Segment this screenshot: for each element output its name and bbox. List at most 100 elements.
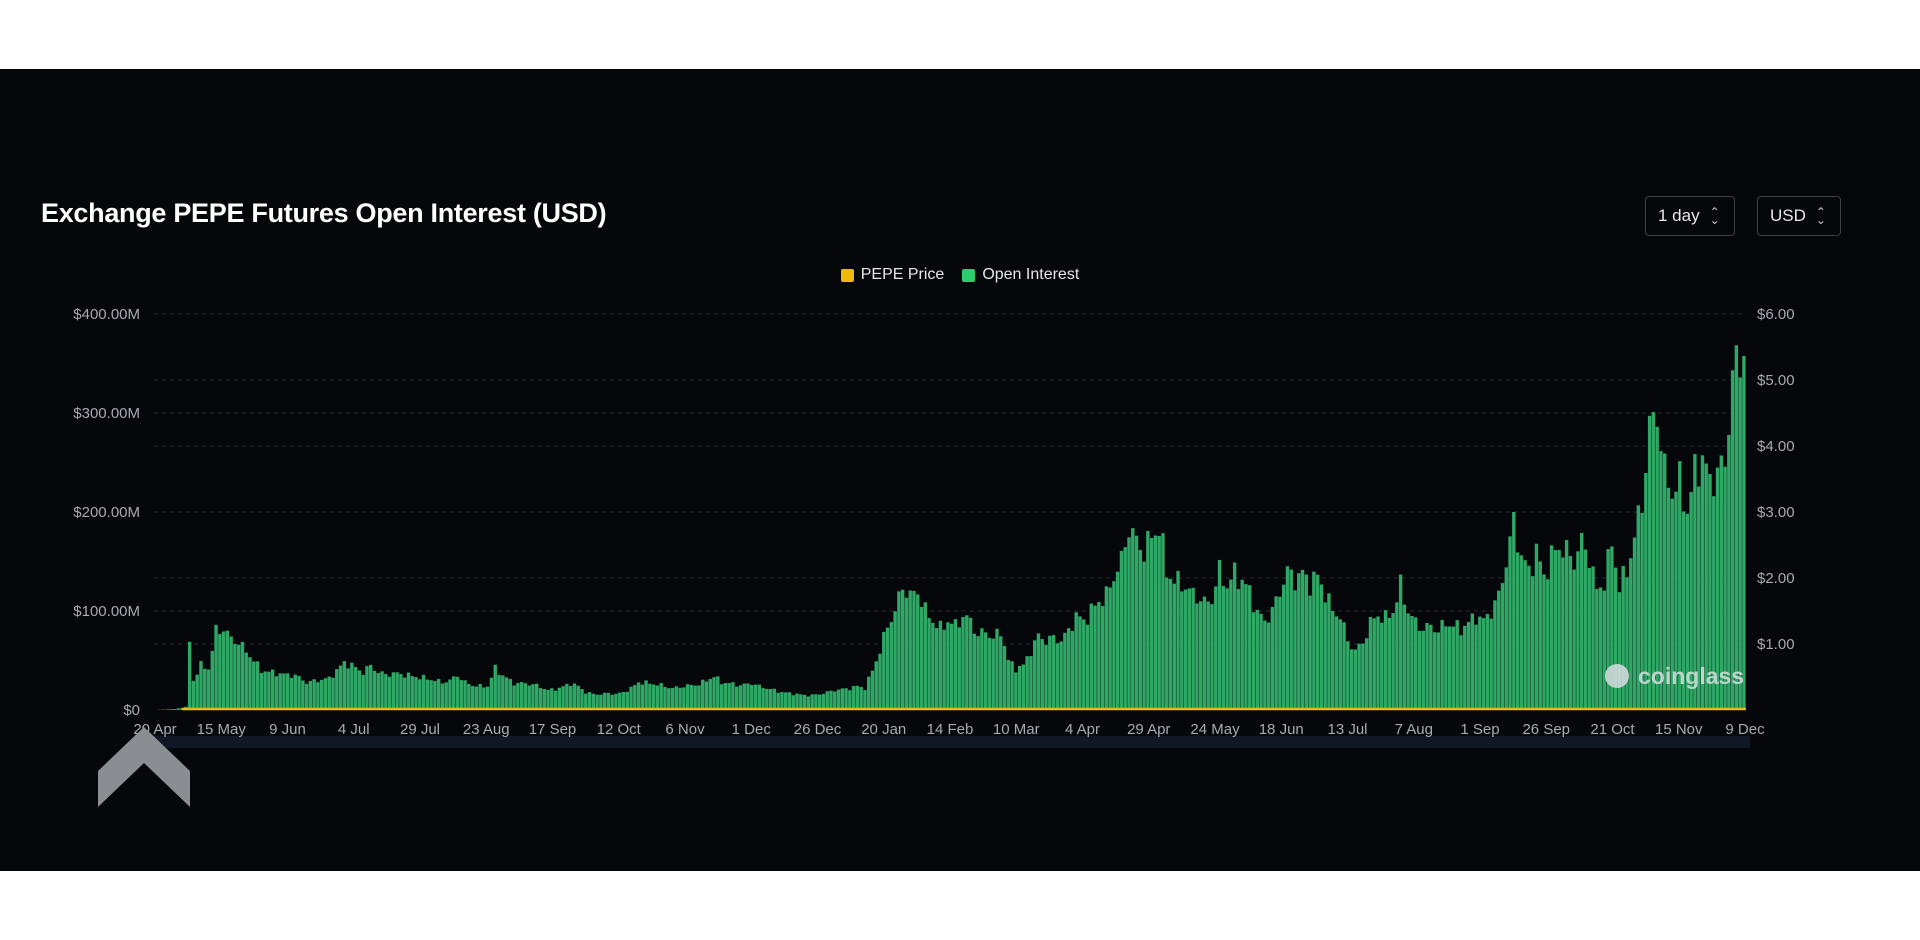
open-interest-bar [1432, 632, 1437, 710]
open-interest-bar [833, 691, 837, 710]
open-interest-bar [1085, 624, 1090, 710]
open-interest-bar [1629, 558, 1633, 710]
open-interest-bar [942, 629, 946, 710]
open-interest-bar [1206, 601, 1210, 710]
open-interest-bar [1617, 592, 1622, 710]
open-interest-bar [1021, 664, 1026, 710]
open-interest-bar [301, 680, 305, 710]
open-interest-bar [1481, 618, 1486, 710]
open-interest-bar [312, 679, 316, 710]
open-interest-bar [1266, 622, 1271, 710]
open-interest-bar [1414, 617, 1418, 710]
open-interest-bar [1240, 579, 1244, 710]
open-interest-bar [1493, 600, 1497, 710]
open-interest-bar [1334, 616, 1339, 710]
open-interest-bar [1613, 567, 1618, 710]
open-interest-bar [399, 674, 403, 710]
open-interest-bar [651, 684, 656, 710]
open-interest-bar [972, 633, 977, 710]
open-interest-bar [900, 589, 905, 710]
open-interest-bar [776, 692, 780, 710]
open-interest-bar [1051, 635, 1056, 710]
open-interest-bar [968, 617, 973, 710]
open-interest-bar [565, 683, 569, 710]
open-interest-bar [369, 664, 373, 710]
open-interest-bar [1591, 566, 1595, 710]
x-axis: 20 Apr 15 May 9 Jun 4 Jul 29 Jul 23 Aug 17 Sep… [133, 721, 1765, 738]
x-tick-label: 26 Dec [794, 721, 842, 738]
open-interest-bar [214, 624, 218, 710]
open-interest-bar [723, 683, 728, 710]
open-interest-bar [863, 690, 867, 710]
open-interest-bar [1010, 661, 1014, 710]
open-interest-bar [1447, 626, 1452, 710]
open-interest-bar [1191, 587, 1195, 710]
x-tick-label: 20 Jan [861, 721, 906, 738]
open-interest-bar [1734, 345, 1739, 710]
open-interest-bar [855, 685, 860, 710]
open-interest-bar [689, 685, 694, 710]
open-interest-bar [504, 677, 509, 710]
open-interest-bar [402, 677, 407, 710]
open-interest-bar [1410, 616, 1414, 710]
open-interest-bar [987, 637, 992, 710]
open-interest-bar [1455, 620, 1459, 710]
open-interest-bar [768, 688, 773, 710]
open-interest-bar [380, 671, 384, 710]
open-interest-bar [1259, 613, 1263, 710]
open-interest-bar [610, 694, 614, 710]
open-interest-bar [1583, 549, 1588, 710]
open-interest-bar [621, 692, 626, 710]
open-interest-bar [1187, 588, 1192, 710]
open-interest-bar [965, 615, 969, 710]
open-interest-bar [1108, 587, 1112, 710]
open-interest-bar [1104, 586, 1109, 710]
open-interest-bar [538, 688, 543, 710]
open-interest-bar [772, 688, 777, 710]
open-interest-bar [493, 664, 497, 710]
open-interest-bar [210, 650, 214, 710]
open-interest-bar [757, 684, 761, 710]
open-interest-bar [1527, 565, 1531, 710]
x-tick-label: 10 Mar [993, 721, 1040, 738]
open-interest-bar [976, 636, 980, 710]
open-interest-bar [342, 661, 347, 710]
open-interest-bar [1632, 537, 1637, 710]
open-interest-bar [1319, 584, 1324, 710]
open-interest-bar [1149, 538, 1154, 710]
open-interest-bar [957, 627, 961, 710]
y-right-tick-label: $6.00 [1757, 306, 1795, 323]
open-interest-bar [1429, 624, 1433, 710]
open-interest-bar [1300, 569, 1305, 710]
open-interest-bar [523, 683, 528, 710]
open-interest-bar [1210, 604, 1214, 710]
open-interest-bar [1395, 602, 1399, 710]
open-interest-bar [244, 652, 248, 710]
open-interest-bar [697, 685, 701, 710]
open-interest-bar [270, 669, 275, 710]
open-interest-bar [731, 682, 735, 710]
open-interest-bar [1244, 584, 1248, 710]
open-interest-bar [867, 676, 871, 710]
open-interest-bar [361, 674, 365, 710]
open-interest-bar [459, 680, 463, 710]
x-tick-label: 29 Apr [1127, 721, 1170, 738]
open-interest-bar [1127, 537, 1131, 710]
open-interest-bar [1349, 649, 1354, 710]
open-interest-bar [221, 631, 226, 710]
open-interest-bar [274, 676, 279, 710]
open-interest-bar [1297, 573, 1301, 710]
open-interest-bar [1033, 640, 1037, 710]
open-interest-bar [851, 685, 856, 710]
coinglass-logo-icon [1605, 664, 1629, 688]
open-interest-bar [331, 677, 335, 710]
open-interest-bar [353, 667, 358, 710]
open-interest-bar [1304, 574, 1309, 710]
open-interest-bar [1119, 550, 1124, 710]
open-interest-bar [568, 685, 573, 710]
open-interest-bar [1236, 589, 1241, 710]
x-tick-label: 9 Dec [1725, 721, 1765, 738]
open-interest-bar [304, 683, 309, 710]
open-interest-bar [980, 628, 984, 710]
open-interest-bar [1323, 602, 1327, 710]
